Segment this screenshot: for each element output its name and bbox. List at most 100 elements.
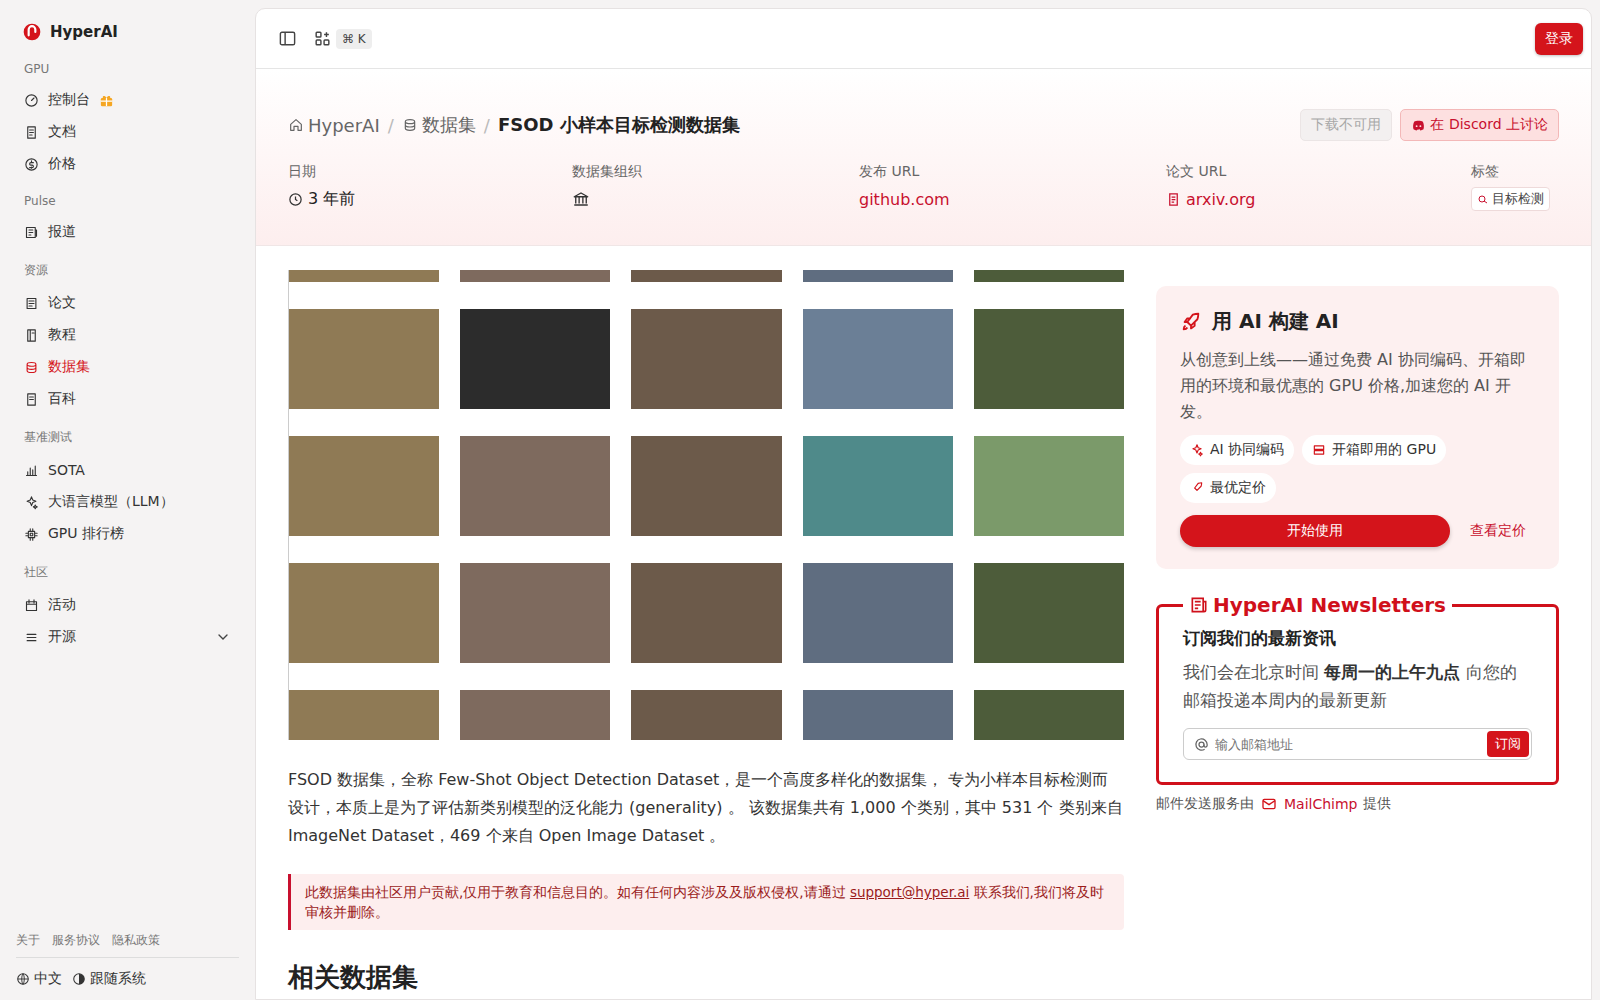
copyright-notice: 此数据集由社区用户贡献,仅用于教育和信息目的。如有任何内容涉及及版权侵权,请通过…: [288, 874, 1124, 930]
sidebar-section: 基准测试 SOTA 大语言模型（LLM） GPU 排行榜: [16, 423, 239, 550]
nav-icon: [24, 463, 39, 478]
get-started-button[interactable]: 开始使用: [1180, 515, 1450, 547]
nav-icon: [24, 125, 39, 140]
login-button[interactable]: 登录: [1535, 23, 1583, 55]
meta-grid: 日期 3 年前数据集组织 发布 URL github.com论文 URL arx…: [288, 163, 1559, 211]
sidebar-item[interactable]: GPU 排行榜: [16, 518, 239, 550]
main-column: FSOD 数据集，全称 Few-Shot Object Detection Da…: [288, 270, 1124, 995]
section-label: GPU: [16, 56, 239, 84]
database-icon: [402, 117, 418, 133]
nav-icon: [24, 157, 39, 172]
sidebar-item[interactable]: 价格: [16, 148, 239, 180]
nav-icon: [24, 328, 39, 343]
breadcrumb: HyperAI / 数据集 / FSOD 小样本目标检测数据集: [288, 113, 740, 137]
nav-icon: [24, 495, 39, 510]
section-label: 基准测试: [16, 423, 239, 454]
email-input[interactable]: [1215, 732, 1481, 757]
shortcut-hint: ⌘ K: [336, 29, 372, 49]
sidebar-section: GPU 控制台 文档 价格: [16, 56, 239, 180]
sidebar-section: Pulse 报道: [16, 188, 239, 248]
sidebar-item[interactable]: SOTA: [16, 454, 239, 486]
home-icon: [288, 117, 304, 133]
page: HyperAI GPU 控制台 文档 价格 Pulse 报道 资源 论文 教程 …: [0, 0, 1600, 1000]
chevron-icon[interactable]: [215, 629, 231, 645]
section-label: Pulse: [16, 188, 239, 216]
nav-icon: [24, 296, 39, 311]
newspaper-icon: [1189, 595, 1209, 615]
sidebar-section: 社区 活动 开源: [16, 558, 239, 653]
nav-icon: [24, 630, 39, 645]
breadcrumb-separator: /: [484, 115, 490, 136]
breadcrumb-item: FSOD 小样本目标检测数据集: [498, 113, 740, 137]
dataset-header: HyperAI / 数据集 / FSOD 小样本目标检测数据集 下载不可用 在 Di…: [256, 69, 1591, 246]
sidebar-item[interactable]: 数据集: [16, 351, 239, 383]
sidebar-item[interactable]: 报道: [16, 216, 239, 248]
content: FSOD 数据集，全称 Few-Shot Object Detection Da…: [256, 246, 1591, 1000]
feature-chip: 开箱即用的 GPU: [1302, 435, 1446, 465]
sidebar-item[interactable]: 活动: [16, 589, 239, 621]
mailchimp-link[interactable]: MailChimp: [1284, 796, 1358, 812]
discord-icon: [1411, 118, 1426, 133]
hyperai-logo-icon: [22, 22, 42, 42]
nav-icon: [24, 93, 39, 108]
header-action-button[interactable]: 在 Discord 上讨论: [1400, 109, 1559, 141]
sidebar-item[interactable]: 教程: [16, 319, 239, 351]
paper-icon: [1166, 192, 1181, 207]
feature-icon: [1312, 443, 1326, 457]
dataset-preview-image: [288, 270, 1124, 740]
sidebar-item[interactable]: 文档: [16, 116, 239, 148]
sidebar-item[interactable]: 控制台: [16, 84, 239, 116]
sidebar-item[interactable]: 百科: [16, 383, 239, 415]
tag[interactable]: 目标检测: [1471, 187, 1550, 211]
logo[interactable]: HyperAI: [16, 20, 239, 44]
footer-link[interactable]: 服务协议: [52, 932, 100, 949]
feature-icon: [1190, 481, 1204, 495]
side-column: 用 AI 构建 AI 从创意到上线——通过免费 AI 协同编码、开箱即用的环境和…: [1156, 270, 1559, 995]
paper-url-link[interactable]: arxiv.org: [1186, 190, 1255, 209]
topbar: ⌘ K 登录: [256, 9, 1591, 69]
feature-chip: 最优定价: [1180, 473, 1276, 503]
feature-icon: [1190, 443, 1204, 457]
newsletter-box: HyperAI Newsletters 订阅我们的最新资讯 我们会在北京时间 每…: [1156, 593, 1559, 785]
meta-item: 发布 URL github.com: [859, 163, 1166, 211]
sidebar: HyperAI GPU 控制台 文档 价格 Pulse 报道 资源 论文 教程 …: [0, 0, 255, 1000]
footer-link[interactable]: 隐私政策: [112, 932, 160, 949]
header-action-button: 下载不可用: [1300, 109, 1392, 141]
meta-item: 论文 URL arxiv.org: [1166, 163, 1471, 211]
release-url-link[interactable]: github.com: [859, 190, 950, 209]
sidebar-item[interactable]: 大语言模型（LLM）: [16, 486, 239, 518]
related-heading: 相关数据集: [288, 960, 1124, 995]
breadcrumb-item[interactable]: HyperAI: [288, 115, 380, 136]
detection-icon: [1477, 193, 1489, 205]
breadcrumb-item[interactable]: 数据集: [402, 113, 476, 137]
feature-chip: AI 协同编码: [1180, 435, 1294, 465]
theme-switch[interactable]: 跟随系统: [72, 970, 146, 988]
view-pricing-link[interactable]: 查看定价: [1470, 522, 1526, 540]
nav-icon: [24, 392, 39, 407]
subscribe-button[interactable]: 订阅: [1487, 731, 1529, 757]
at-icon: [1194, 737, 1209, 752]
rocket-icon: [1180, 311, 1202, 333]
nav-icon: [24, 598, 39, 613]
apps-icon[interactable]: [313, 29, 332, 48]
breadcrumb-separator: /: [388, 115, 394, 136]
meta-item: 标签 目标检测: [1471, 163, 1559, 211]
sidebar-item[interactable]: 开源: [16, 621, 239, 653]
sidebar-toggle-icon[interactable]: [278, 29, 297, 48]
clock-icon: [288, 192, 303, 207]
language-switch[interactable]: 中文: [16, 970, 62, 988]
meta-item: 数据集组织: [572, 163, 859, 211]
gift-icon: [99, 93, 114, 108]
nav-icon: [24, 360, 39, 375]
support-email-link[interactable]: support@hyper.ai: [850, 884, 969, 900]
theme-icon: [72, 972, 86, 986]
sidebar-item[interactable]: 论文: [16, 287, 239, 319]
dataset-description: FSOD 数据集，全称 Few-Shot Object Detection Da…: [288, 766, 1124, 850]
organization-icon: [572, 190, 590, 208]
email-field: 订阅: [1183, 728, 1532, 760]
mail-icon: [1259, 796, 1279, 812]
sidebar-footer: 关于服务协议隐私政策 中文 跟随系统: [16, 932, 239, 988]
nav-icon: [24, 225, 39, 240]
footer-link[interactable]: 关于: [16, 932, 40, 949]
mail-provider-note: 邮件发送服务由 MailChimp 提供: [1156, 795, 1559, 813]
